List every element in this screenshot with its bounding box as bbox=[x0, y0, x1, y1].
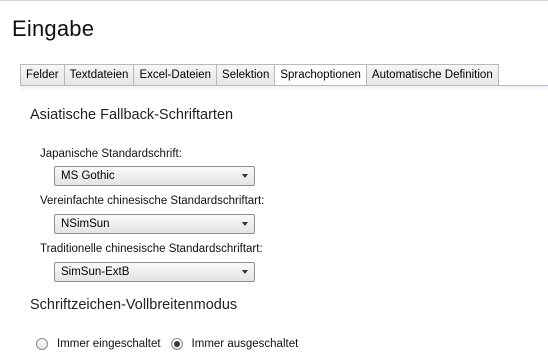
japanese-font-label: Japanische Standardschrift: bbox=[40, 148, 182, 160]
radio-button[interactable] bbox=[170, 338, 183, 350]
simplified-chinese-font-dropdown[interactable]: NSimSun bbox=[54, 214, 255, 234]
japanese-font-value: MS Gothic bbox=[61, 170, 115, 182]
radio-label: Immer ausgeschaltet bbox=[191, 338, 299, 350]
radio-label: Immer eingeschaltet bbox=[57, 338, 161, 350]
tab-excel-dateien[interactable]: Excel-Dateien bbox=[134, 64, 218, 86]
chevron-down-icon bbox=[242, 174, 248, 178]
tab-textdateien[interactable]: Textdateien bbox=[64, 64, 135, 86]
tab-strip: Felder Textdateien Excel-Dateien Selekti… bbox=[20, 64, 499, 86]
chevron-down-icon bbox=[242, 222, 248, 226]
fallback-fonts-heading: Asiatische Fallback-Schriftarten bbox=[30, 107, 234, 123]
radio-option-immer-eingeschaltet[interactable]: Immer eingeschaltet bbox=[36, 338, 161, 350]
tab-selektion[interactable]: Selektion bbox=[217, 64, 276, 86]
tab-sprachoptionen[interactable]: Sprachoptionen bbox=[275, 64, 367, 86]
tab-felder[interactable]: Felder bbox=[20, 64, 65, 86]
page-title: Eingabe bbox=[12, 16, 95, 41]
traditional-chinese-font-dropdown[interactable]: SimSun-ExtB bbox=[54, 262, 255, 282]
simplified-chinese-font-label: Vereinfachte chinesische Standardschrift… bbox=[40, 195, 265, 207]
traditional-chinese-font-value: SimSun-ExtB bbox=[61, 266, 130, 278]
top-border bbox=[0, 0, 548, 1]
tab-panel-shade bbox=[20, 86, 548, 92]
traditional-chinese-font-label: Traditionelle chinesische Standardschrif… bbox=[40, 243, 263, 255]
tab-automatische-definition[interactable]: Automatische Definition bbox=[366, 64, 499, 86]
japanese-font-dropdown[interactable]: MS Gothic bbox=[54, 166, 255, 186]
radio-button[interactable] bbox=[36, 338, 48, 350]
radio-option-immer-ausgeschaltet[interactable]: Immer ausgeschaltet bbox=[170, 338, 299, 350]
chevron-down-icon bbox=[242, 270, 248, 274]
fullwidth-mode-heading: Schriftzeichen-Vollbreitenmodus bbox=[30, 297, 238, 313]
fullwidth-mode-radio-group: Immer eingeschaltet Immer ausgeschaltet bbox=[36, 338, 308, 350]
simplified-chinese-font-value: NSimSun bbox=[61, 218, 110, 230]
